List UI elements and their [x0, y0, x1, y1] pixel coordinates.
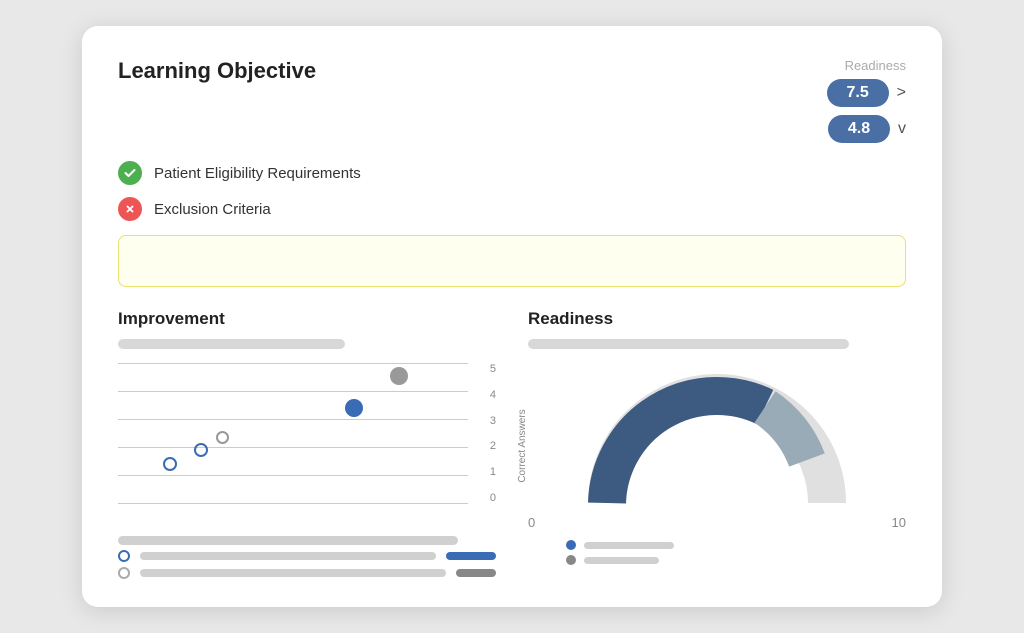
y-axis-label: Correct Answers	[517, 409, 528, 482]
rl-row-2	[566, 555, 674, 565]
legend-row-2	[118, 567, 496, 579]
rl-line-gray	[584, 557, 659, 564]
readiness-row-1: 7.5 >	[827, 79, 906, 107]
rl-line-blue	[584, 542, 674, 549]
dot-blue-outline-1	[194, 443, 208, 457]
legend-bar-gray	[140, 569, 446, 577]
criteria-item-eligibility: Patient Eligibility Requirements	[118, 161, 906, 185]
eligibility-label: Patient Eligibility Requirements	[154, 165, 361, 182]
gauge-svg	[587, 363, 847, 511]
criteria-item-exclusion: Exclusion Criteria	[118, 197, 906, 221]
y-label-5: 5	[490, 363, 496, 375]
rl-row-1	[566, 540, 674, 550]
readiness-badge-1: 7.5	[827, 79, 889, 107]
legend-bar-full	[118, 536, 458, 545]
exclusion-label: Exclusion Criteria	[154, 201, 271, 218]
legend-bar-blue	[140, 552, 436, 560]
grid-line-3	[118, 419, 468, 420]
legend-bar-blue-accent	[446, 552, 496, 560]
readiness-header: Readiness 7.5 > 4.8 v	[827, 58, 906, 143]
highlight-box	[118, 235, 906, 287]
dot-blue-mid	[345, 399, 363, 417]
check-icon	[118, 161, 142, 185]
legend-dot-blue	[118, 550, 130, 562]
y-labels: 5 4 3 2 1 0	[474, 363, 496, 504]
y-label-1: 1	[490, 466, 496, 478]
y-label-2: 2	[490, 440, 496, 452]
chevron-down-icon[interactable]: v	[898, 120, 906, 138]
readiness-badge-2: 4.8	[828, 115, 890, 143]
y-label-0: 0	[490, 492, 496, 504]
grid-line-0	[118, 503, 468, 504]
gauge-max-label: 10	[892, 515, 906, 530]
gauge-labels: 0 10	[528, 515, 906, 530]
legend-row-1	[118, 550, 496, 562]
rl-dot-gray	[566, 555, 576, 565]
legend-bar-gray-accent	[456, 569, 496, 577]
grid-line-2	[118, 447, 468, 448]
header-row: Learning Objective Readiness 7.5 > 4.8 v	[118, 58, 906, 143]
gauge-container: 0 10	[528, 363, 906, 565]
readiness-legend	[566, 540, 674, 565]
y-label-3: 3	[490, 415, 496, 427]
x-icon	[118, 197, 142, 221]
main-card: Learning Objective Readiness 7.5 > 4.8 v	[82, 26, 942, 607]
legend-dot-gray	[118, 567, 130, 579]
readiness-row-2: 4.8 v	[828, 115, 906, 143]
readiness-panel: Readiness 0 10	[528, 309, 906, 579]
grid-line-1	[118, 475, 468, 476]
improvement-panel: Improvement 5	[118, 309, 496, 579]
bottom-section: Improvement 5	[118, 309, 906, 579]
improvement-bar-placeholder	[118, 339, 345, 349]
improvement-legend	[118, 536, 496, 579]
grid-line-4	[118, 391, 468, 392]
readiness-scores: 7.5 > 4.8 v	[827, 79, 906, 143]
y-label-4: 4	[490, 389, 496, 401]
grid-line-5	[118, 363, 468, 364]
readiness-label: Readiness	[827, 58, 906, 73]
rl-dot-blue	[566, 540, 576, 550]
improvement-title: Improvement	[118, 309, 496, 329]
page-title: Learning Objective	[118, 58, 316, 84]
readiness-bar-placeholder	[528, 339, 849, 349]
readiness-panel-title: Readiness	[528, 309, 906, 329]
gauge-min-label: 0	[528, 515, 535, 530]
chevron-right-icon[interactable]: >	[897, 84, 906, 102]
criteria-list: Patient Eligibility Requirements Exclusi…	[118, 161, 906, 221]
